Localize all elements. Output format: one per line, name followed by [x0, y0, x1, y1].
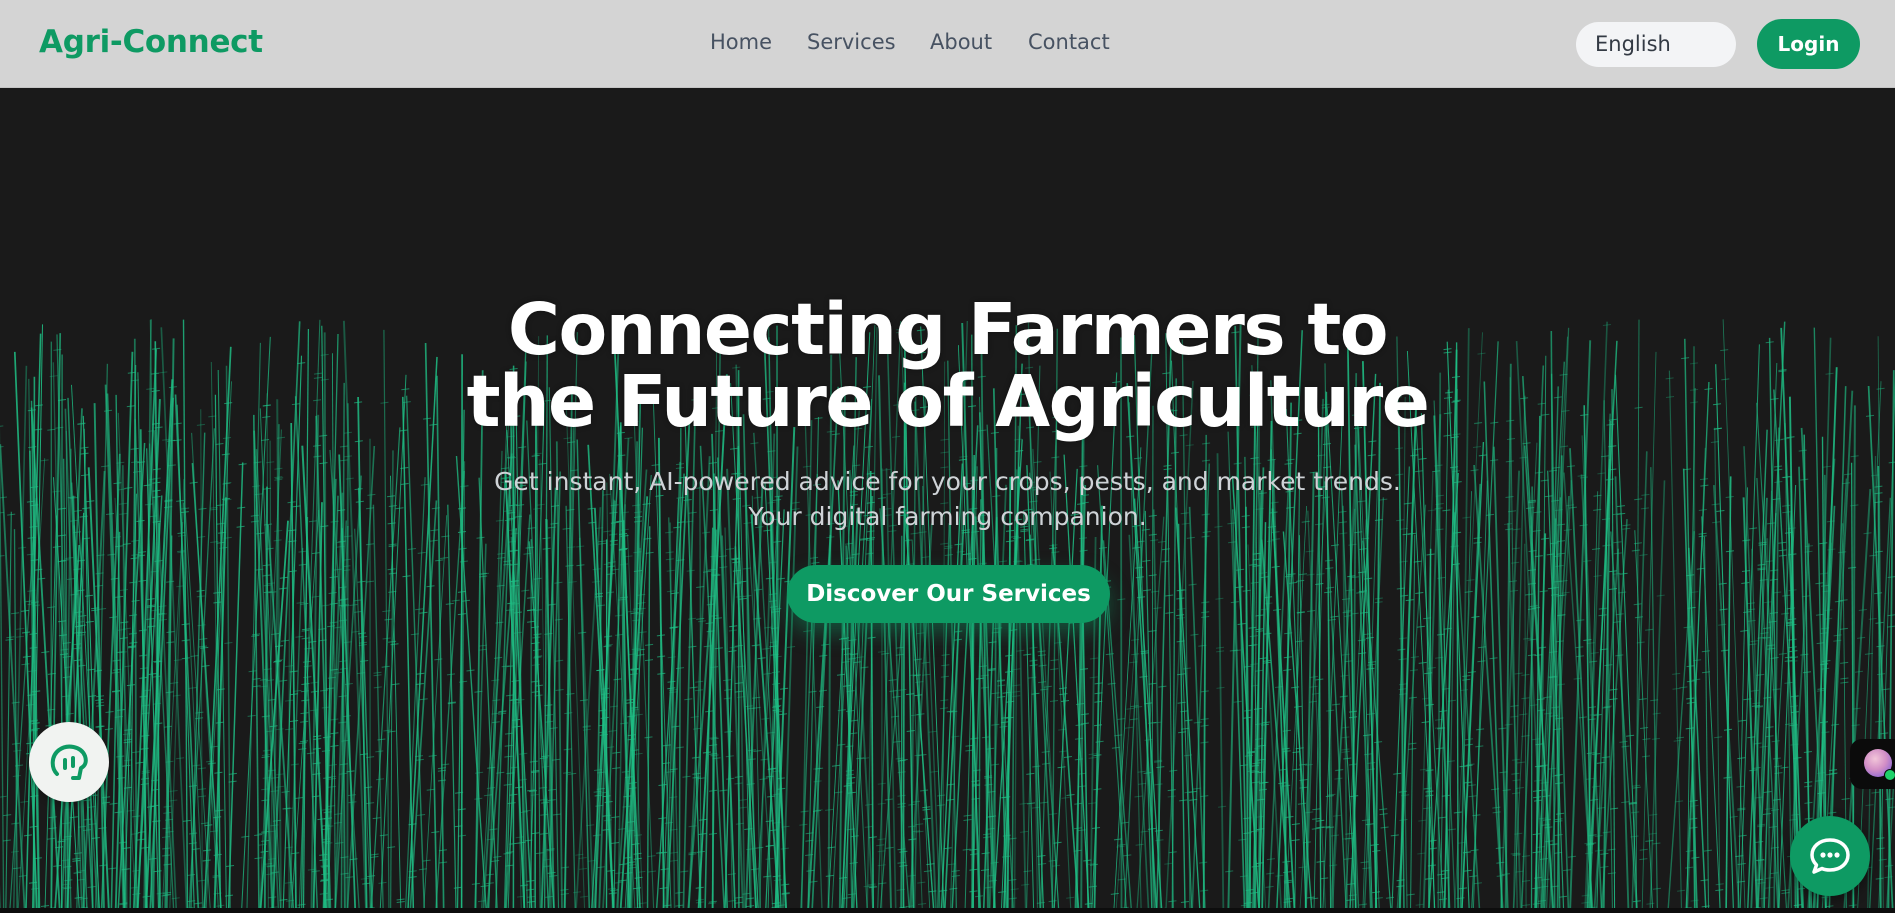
chat-button[interactable] [1790, 816, 1870, 896]
chat-bubble-icon [1810, 838, 1850, 874]
hero-title-line-2: the Future of Agriculture [466, 360, 1430, 443]
nav-about-link[interactable]: About [930, 30, 992, 54]
hero-subtitle: Get instant, AI-powered advice for your … [494, 467, 1401, 531]
nav-services-link[interactable]: Services [807, 30, 896, 54]
hero-title-line-1: Connecting Farmers to [507, 288, 1389, 371]
accessibility-button[interactable] [29, 722, 109, 802]
nav-home-link[interactable]: Home [710, 30, 772, 54]
hero-section: Connecting Farmers to the Future of Agri… [0, 89, 1895, 913]
online-status-dot [1884, 769, 1895, 781]
bottom-edge [0, 908, 1895, 913]
top-navbar: Agri-Connect Home Services About Contact… [0, 0, 1895, 88]
discover-services-button[interactable]: Discover Our Services [787, 565, 1110, 623]
assistant-avatar-tab[interactable] [1850, 739, 1895, 789]
hearing-head-icon [50, 744, 88, 780]
hero-title: Connecting Farmers to the Future of Agri… [0, 294, 1895, 438]
language-select[interactable]: English [1576, 22, 1736, 67]
nav-contact-link[interactable]: Contact [1028, 30, 1110, 54]
login-button[interactable]: Login [1757, 19, 1860, 69]
